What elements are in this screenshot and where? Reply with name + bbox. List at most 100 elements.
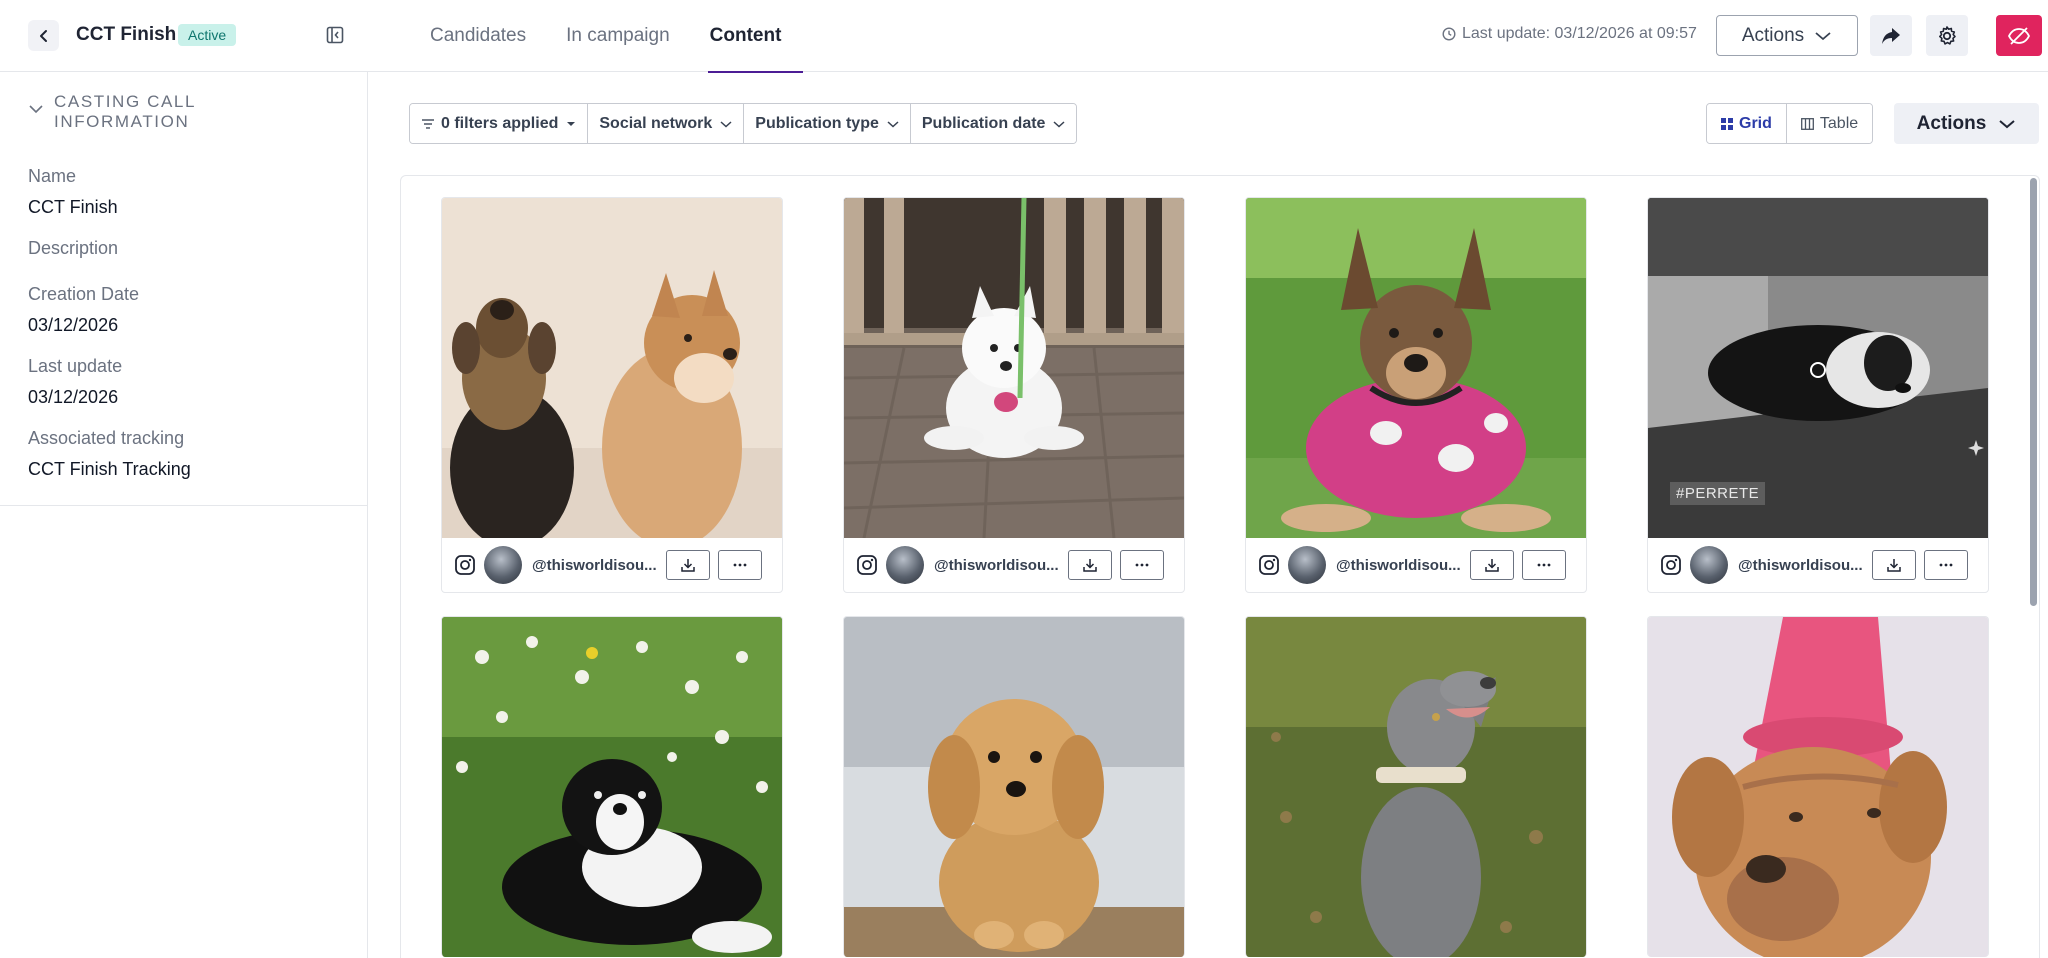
content-card[interactable]: #PERRETE @thisworldisou... xyxy=(1647,197,1989,593)
tab-candidates[interactable]: Candidates xyxy=(410,0,546,72)
content-card[interactable] xyxy=(1245,616,1587,957)
download-button[interactable] xyxy=(1872,550,1916,580)
avatar xyxy=(484,546,522,584)
chevron-down-icon xyxy=(29,105,43,114)
table-view-button[interactable]: Table xyxy=(1786,104,1873,143)
download-icon xyxy=(1083,559,1097,572)
field-value-creation-date: 03/12/2026 xyxy=(28,315,119,335)
more-icon xyxy=(1939,563,1953,567)
field-label-last-update: Last update xyxy=(28,356,123,376)
creator-handle[interactable]: @thisworldisou... xyxy=(532,557,666,574)
back-button[interactable] xyxy=(28,20,59,51)
white-dog-photo[interactable] xyxy=(844,198,1184,538)
tab-in-campaign[interactable]: In campaign xyxy=(546,0,690,72)
chevron-down-icon xyxy=(1815,31,1831,40)
content-actions-button[interactable]: Actions xyxy=(1894,103,2039,144)
puppy-flowers-photo[interactable] xyxy=(442,617,782,957)
field-label-name: Name xyxy=(28,166,77,186)
more-options-button[interactable] xyxy=(1924,550,1968,580)
grid-view-button[interactable]: Grid xyxy=(1707,104,1787,143)
avatar xyxy=(1288,546,1326,584)
sleeping-puppy-video[interactable]: #PERRETE xyxy=(1648,198,1988,538)
view-toggle: Grid Table xyxy=(1706,103,1874,144)
more-icon xyxy=(733,563,747,567)
avatar xyxy=(1690,546,1728,584)
filters-applied-button[interactable]: 0 filters applied xyxy=(410,104,589,143)
publication-type-filter[interactable]: Publication type xyxy=(744,104,911,143)
card-footer: @thisworldisou... xyxy=(1648,538,1988,592)
actions-button[interactable]: Actions xyxy=(1716,15,1858,56)
more-options-button[interactable] xyxy=(1522,550,1566,580)
share-icon xyxy=(1882,27,1900,44)
two-dogs-photo[interactable] xyxy=(442,198,782,538)
more-options-button[interactable] xyxy=(1120,550,1164,580)
content-card[interactable]: @thisworldisou... xyxy=(1245,197,1587,593)
settings-button[interactable] xyxy=(1926,15,1968,56)
more-options-button[interactable] xyxy=(718,550,762,580)
dog-pink-shirt-photo[interactable] xyxy=(1246,198,1586,538)
actions-button-label: Actions xyxy=(1741,24,1805,46)
last-update-text: Last update: 03/12/2026 at 09:57 xyxy=(1462,25,1697,42)
content-card[interactable] xyxy=(1647,616,1989,957)
content-actions-label: Actions xyxy=(1916,112,1987,134)
weimaraner-photo[interactable] xyxy=(1246,617,1586,957)
section-title: CASTING CALL INFORMATION xyxy=(54,92,196,131)
field-value-name: CCT Finish xyxy=(28,197,118,217)
hide-button[interactable] xyxy=(1996,15,2042,56)
card-footer: @thisworldisou... xyxy=(1246,538,1586,592)
publication-type-label: Publication type xyxy=(755,114,879,132)
content-card[interactable]: @thisworldisou... xyxy=(843,197,1185,593)
creator-handle[interactable]: @thisworldisou... xyxy=(1336,557,1470,574)
collapse-panel-icon[interactable] xyxy=(323,23,347,47)
content-card[interactable] xyxy=(441,616,783,957)
field-label-description: Description xyxy=(28,238,119,258)
top-bar: CCT Finish Active Candidates In campaign… xyxy=(0,0,2048,73)
field-value-associated-tracking: CCT Finish Tracking xyxy=(28,459,191,479)
sidebar: CASTING CALL INFORMATION Name CCT Finish… xyxy=(0,72,368,958)
publication-date-filter[interactable]: Publication date xyxy=(910,104,1077,143)
section-header[interactable]: CASTING CALL INFORMATION xyxy=(28,92,234,132)
card-footer: @thisworldisou... xyxy=(442,538,782,592)
back-icon xyxy=(39,29,47,42)
caret-down-icon xyxy=(567,121,576,126)
field-value-last-update: 03/12/2026 xyxy=(28,387,119,407)
dog-party-hat-photo[interactable] xyxy=(1648,617,1988,957)
gear-icon xyxy=(1939,25,1956,45)
table-icon xyxy=(1800,117,1814,130)
instagram-icon[interactable] xyxy=(1660,554,1682,576)
casting-call-info-section: CASTING CALL INFORMATION Name CCT Finish… xyxy=(0,72,367,506)
tab-content[interactable]: Content xyxy=(690,0,804,73)
tab-bar: Candidates In campaign Content xyxy=(410,0,804,73)
instagram-icon[interactable] xyxy=(856,554,878,576)
instagram-icon[interactable] xyxy=(1258,554,1280,576)
download-button[interactable] xyxy=(1068,550,1112,580)
page-title: CCT Finish xyxy=(76,24,177,45)
grid-icon xyxy=(1721,117,1733,130)
filters-applied-label: 0 filters applied xyxy=(441,114,559,132)
more-icon xyxy=(1537,563,1551,567)
chevron-down-icon xyxy=(1999,119,2015,128)
eye-off-icon xyxy=(2007,26,2031,45)
download-button[interactable] xyxy=(1470,550,1514,580)
social-network-label: Social network xyxy=(599,114,713,132)
download-icon xyxy=(1887,559,1901,572)
field-label-creation-date: Creation Date xyxy=(28,284,140,304)
creator-handle[interactable]: @thisworldisou... xyxy=(934,557,1068,574)
grid-view-label: Grid xyxy=(1739,114,1772,132)
chevron-down-icon xyxy=(720,120,732,128)
instagram-icon[interactable] xyxy=(454,554,476,576)
fluffy-dog-photo[interactable] xyxy=(844,617,1184,957)
download-icon xyxy=(681,559,695,572)
social-network-filter[interactable]: Social network xyxy=(588,104,745,143)
filter-icon xyxy=(422,118,434,129)
chevron-down-icon xyxy=(887,120,899,128)
publication-date-label: Publication date xyxy=(921,114,1046,132)
creator-handle[interactable]: @thisworldisou... xyxy=(1738,557,1872,574)
download-button[interactable] xyxy=(666,550,710,580)
scrollbar[interactable] xyxy=(2030,178,2037,606)
content-card[interactable]: @thisworldisou... xyxy=(441,197,783,593)
filter-bar: 0 filters applied Social network Publica… xyxy=(409,103,1078,144)
share-button[interactable] xyxy=(1870,15,1912,56)
content-card[interactable] xyxy=(843,616,1185,957)
chevron-down-icon xyxy=(1053,120,1065,128)
